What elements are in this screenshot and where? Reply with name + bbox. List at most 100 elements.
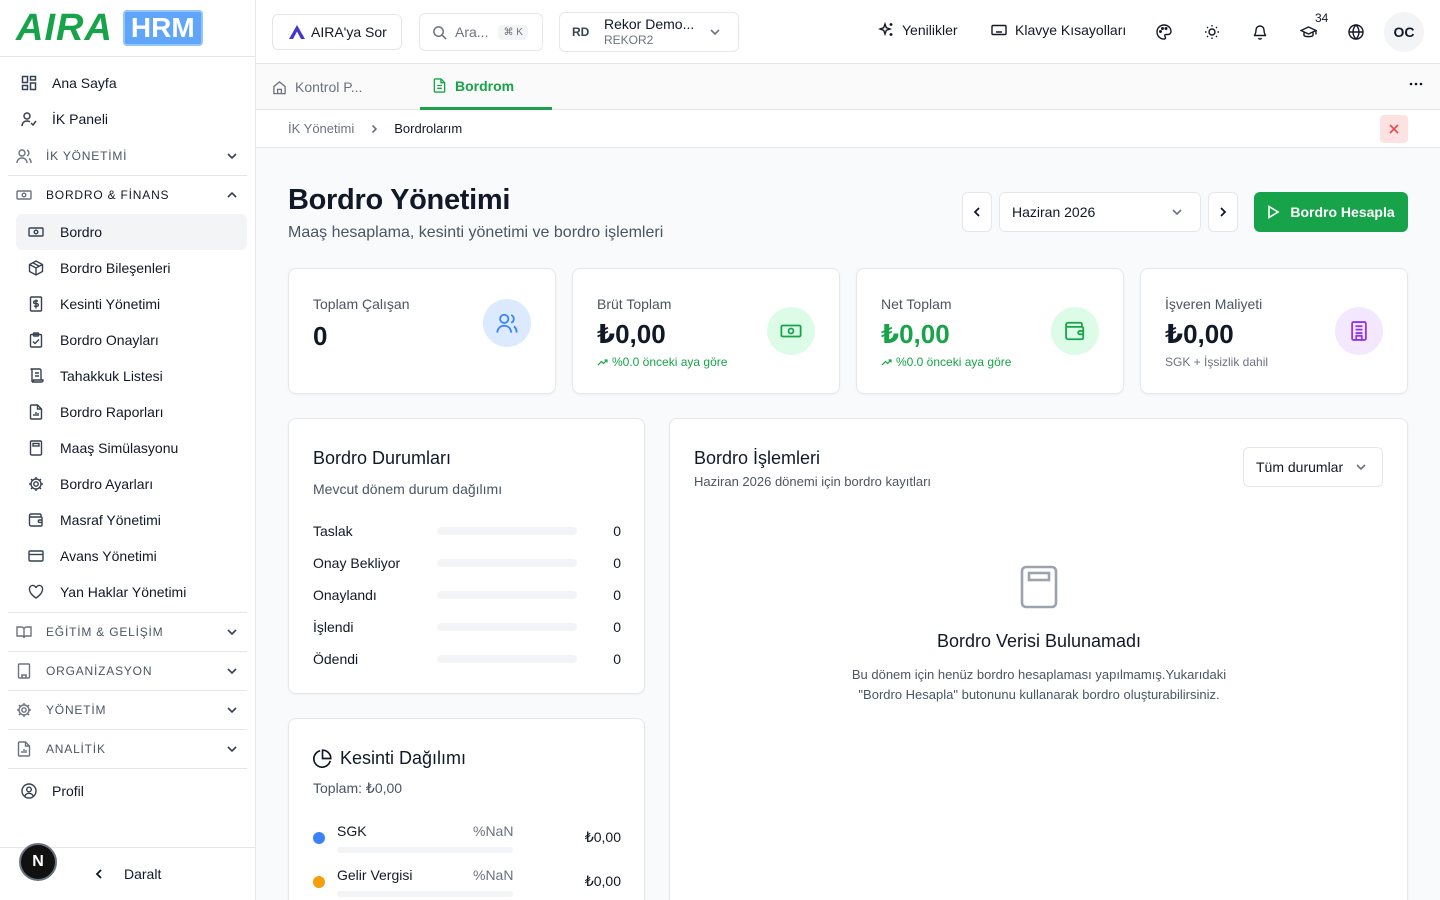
- sidebar-item-home[interactable]: Ana Sayfa: [8, 65, 247, 101]
- book-open-icon: [16, 624, 34, 640]
- deduction-label: SGK: [337, 823, 367, 839]
- banknote-icon: [16, 187, 34, 203]
- period-select[interactable]: Haziran 2026: [999, 192, 1201, 232]
- stat-value: 0: [313, 321, 328, 351]
- status-bar: [437, 655, 577, 663]
- user-avatar[interactable]: OC: [1384, 12, 1424, 52]
- breadcrumb-parent[interactable]: İK Yönetimi: [288, 121, 354, 136]
- card-title: Bordro Durumları: [313, 448, 452, 468]
- company-selector[interactable]: RD Rekor Demo... REKOR2: [559, 12, 739, 52]
- status-count: 0: [613, 587, 621, 603]
- heart-icon: [28, 584, 44, 600]
- sidebar-section-bordro[interactable]: BORDRO & FİNANS: [0, 176, 255, 214]
- period-value: Haziran 2026: [1012, 204, 1096, 220]
- chevron-left-icon: [970, 205, 984, 219]
- chevron-down-icon: [225, 664, 239, 678]
- card-subtitle: Mevcut dönem durum dağılımı: [313, 481, 503, 497]
- series-dot: [313, 876, 325, 888]
- status-filter-select[interactable]: Tüm durumlar: [1243, 447, 1383, 487]
- chevron-down-icon: [1354, 460, 1368, 474]
- status-bar: [437, 591, 577, 599]
- collapse-sidebar-button[interactable]: Daralt: [92, 866, 161, 882]
- stat-label: İşveren Maliyeti: [1165, 296, 1263, 312]
- palette-icon[interactable]: [1152, 20, 1176, 44]
- clipboard-check-icon: [28, 332, 44, 348]
- section-label: ORGANİZASYON: [46, 664, 153, 678]
- sidebar-item-profile[interactable]: Profil: [8, 773, 247, 809]
- deduction-percent: %NaN: [473, 867, 514, 883]
- training-count-badge: 34: [1315, 11, 1329, 25]
- status-label: Onay Bekliyor: [313, 555, 401, 571]
- file-chart-icon: [28, 404, 44, 420]
- sidebar-item-masraf[interactable]: Masraf Yönetimi: [16, 502, 247, 538]
- trend-up-icon: [597, 358, 608, 366]
- ask-aira-button[interactable]: AIRA'ya Sor: [272, 14, 402, 50]
- file-chart-icon: [16, 741, 34, 757]
- payroll-status-card: Bordro Durumları Mevcut dönem durum dağı…: [288, 418, 645, 694]
- chevron-down-icon: [225, 625, 239, 639]
- brand-logo[interactable]: AIRA HRM: [0, 0, 255, 57]
- sidebar-item-ayarlar[interactable]: Bordro Ayarları: [16, 466, 247, 502]
- search-input[interactable]: Ara... ⌘ K: [419, 13, 543, 51]
- sidebar-item-bordro-bilesenleri[interactable]: Bordro Bileşenleri: [16, 250, 247, 286]
- sidebar-item-label: Masraf Yönetimi: [60, 512, 161, 528]
- calculate-payroll-button[interactable]: Bordro Hesapla: [1254, 192, 1408, 232]
- sidebar-item-simulasyon[interactable]: Maaş Simülasyonu: [16, 430, 247, 466]
- keyboard-shortcuts-button[interactable]: Klavye Kısayolları: [991, 22, 1126, 38]
- sidebar-section-egitim[interactable]: EĞİTİM & GELİŞİM: [0, 613, 255, 651]
- sidebar-section-ik[interactable]: İK YÖNETİMİ: [0, 137, 255, 175]
- status-count: 0: [613, 619, 621, 635]
- dev-tools-badge[interactable]: N: [19, 843, 57, 881]
- search-shortcut: ⌘ K: [498, 24, 528, 40]
- more-options-icon[interactable]: [1408, 76, 1424, 92]
- sidebar-item-avans[interactable]: Avans Yönetimi: [16, 538, 247, 574]
- logo-hrm-text: HRM: [122, 10, 203, 46]
- play-icon: [1267, 205, 1280, 219]
- company-initials: RD: [572, 25, 590, 39]
- topbar: AIRA'ya Sor Ara... ⌘ K RD Rekor Demo... …: [256, 0, 1440, 64]
- deduction-percent: %NaN: [473, 823, 514, 839]
- next-period-button[interactable]: [1208, 192, 1238, 232]
- sidebar-section-analitik[interactable]: ANALİTİK: [0, 730, 255, 768]
- wallet-icon: [1051, 307, 1099, 355]
- tab-bordrom[interactable]: Bordrom: [420, 64, 552, 110]
- section-label: EĞİTİM & GELİŞİM: [46, 625, 164, 639]
- sidebar-item-label: Tahakkuk Listesi: [60, 368, 163, 384]
- calculator-icon: [1020, 565, 1058, 612]
- sidebar-section-organizasyon[interactable]: ORGANİZASYON: [0, 652, 255, 690]
- chevron-right-icon: [368, 123, 380, 135]
- sidebar-section-yonetim[interactable]: YÖNETİM: [0, 691, 255, 729]
- previous-period-button[interactable]: [962, 192, 992, 232]
- sun-icon[interactable]: [1200, 20, 1224, 44]
- globe-icon[interactable]: [1344, 20, 1368, 44]
- whats-new-button[interactable]: Yenilikler: [878, 22, 958, 38]
- banknote-icon: [28, 224, 44, 240]
- close-icon[interactable]: [1380, 115, 1408, 143]
- file-text-icon: [432, 78, 447, 93]
- trend-up-icon: [881, 358, 892, 366]
- sidebar-item-label: Bordro Bileşenleri: [60, 260, 171, 276]
- stat-card-employees: Toplam Çalışan 0: [288, 268, 556, 394]
- deduction-amount: ₺0,00: [584, 829, 621, 845]
- sidebar-item-label: Profil: [52, 783, 84, 799]
- sidebar-item-kesinti[interactable]: Kesinti Yönetimi: [16, 286, 247, 322]
- card-subtitle: Haziran 2026 dönemi için bordro kayıtlar…: [694, 474, 932, 489]
- tab-kontrol-paneli[interactable]: Kontrol P...: [272, 64, 362, 110]
- sidebar-item-bordro[interactable]: Bordro: [16, 214, 247, 250]
- stat-note: %0.0 önceki aya göre: [896, 355, 1012, 369]
- company-name: Rekor Demo...: [604, 16, 695, 32]
- bell-icon[interactable]: [1248, 20, 1272, 44]
- aira-logo-icon: [289, 25, 305, 39]
- sidebar-item-ik-panel[interactable]: İK Paneli: [8, 101, 247, 137]
- sidebar-item-raporlar[interactable]: Bordro Raporları: [16, 394, 247, 430]
- breadcrumb-current: Bordrolarım: [394, 121, 463, 136]
- wallet-icon: [28, 512, 44, 528]
- sidebar-item-yan-haklar[interactable]: Yan Haklar Yönetimi: [16, 574, 247, 610]
- stat-card-gross: Brüt Toplam ₺0,00 %0.0 önceki aya göre: [572, 268, 840, 394]
- status-row-draft: Taslak 0: [313, 521, 621, 541]
- sidebar-item-tahakkuk[interactable]: Tahakkuk Listesi: [16, 358, 247, 394]
- sidebar-item-onaylar[interactable]: Bordro Onayları: [16, 322, 247, 358]
- status-bar: [437, 559, 577, 567]
- home-icon: [272, 80, 287, 95]
- status-count: 0: [613, 523, 621, 539]
